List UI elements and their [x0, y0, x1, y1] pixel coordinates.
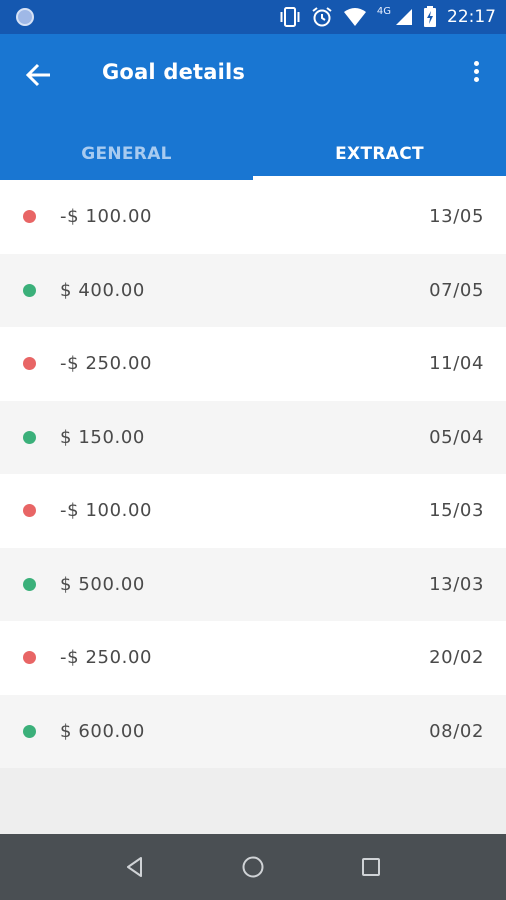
list-item[interactable]: $ 600.00 08/02: [0, 694, 506, 768]
transaction-amount: $ 400.00: [60, 279, 145, 301]
transaction-date: 05/04: [429, 426, 484, 448]
transaction-amount: -$ 250.00: [60, 647, 153, 669]
transaction-list: -$ 100.00 13/05 $ 400.00 07/05 -$ 250.00…: [0, 180, 506, 768]
list-item[interactable]: -$ 250.00 11/04: [0, 327, 506, 401]
negative-dot-icon: [23, 651, 36, 665]
transaction-date: 15/03: [429, 500, 484, 522]
tab-bar: GENERAL EXTRACT: [0, 128, 506, 180]
status-bar: 4G 22:17: [0, 0, 506, 34]
transaction-date: 07/05: [429, 279, 484, 301]
transaction-date: 11/04: [429, 353, 484, 375]
transaction-amount: -$ 100.00: [60, 206, 153, 228]
transaction-date: 13/05: [429, 206, 484, 228]
negative-dot-icon: [23, 210, 36, 224]
nav-recents-icon[interactable]: [351, 847, 391, 887]
transaction-amount: -$ 100.00: [60, 500, 153, 522]
positive-dot-icon: [23, 430, 36, 444]
list-item[interactable]: -$ 100.00 13/05: [0, 180, 506, 254]
back-arrow-icon[interactable]: [24, 60, 54, 90]
nav-back-icon[interactable]: [115, 847, 155, 887]
transaction-date: 20/02: [429, 647, 484, 669]
list-item[interactable]: $ 400.00 07/05: [0, 253, 506, 327]
negative-dot-icon: [23, 504, 36, 518]
more-options-icon[interactable]: [468, 58, 484, 88]
list-item[interactable]: $ 500.00 13/03: [0, 547, 506, 621]
battery-icon: [424, 6, 436, 27]
tab-general[interactable]: GENERAL: [0, 128, 253, 180]
positive-dot-icon: [23, 283, 36, 297]
transaction-amount: $ 150.00: [60, 426, 145, 448]
network-type-label: 4G: [376, 5, 391, 17]
list-item[interactable]: $ 150.00 05/04: [0, 400, 506, 474]
positive-dot-icon: [23, 724, 36, 738]
alarm-icon: [312, 7, 332, 27]
page-title: Goal details: [102, 60, 246, 84]
nav-home-icon[interactable]: [233, 847, 273, 887]
negative-dot-icon: [23, 357, 36, 371]
tab-extract[interactable]: EXTRACT: [253, 128, 506, 180]
status-icons: 4G 22:17: [279, 0, 496, 34]
list-item[interactable]: -$ 250.00 20/02: [0, 621, 506, 695]
signal-icon: [396, 9, 412, 25]
system-navigation-bar: [0, 834, 506, 900]
positive-dot-icon: [23, 577, 36, 591]
list-item[interactable]: -$ 100.00 15/03: [0, 474, 506, 548]
clock: 22:17: [447, 7, 496, 27]
transaction-amount: -$ 250.00: [60, 353, 153, 375]
transaction-amount: $ 500.00: [60, 573, 145, 595]
vibrate-icon: [280, 7, 300, 27]
app-bar: Goal details GENERAL EXTRACT: [0, 34, 506, 180]
wifi-icon: [343, 8, 366, 26]
transaction-amount: $ 600.00: [60, 720, 145, 742]
transaction-date: 08/02: [429, 720, 484, 742]
notification-icon: [16, 8, 34, 26]
transaction-date: 13/03: [429, 573, 484, 595]
